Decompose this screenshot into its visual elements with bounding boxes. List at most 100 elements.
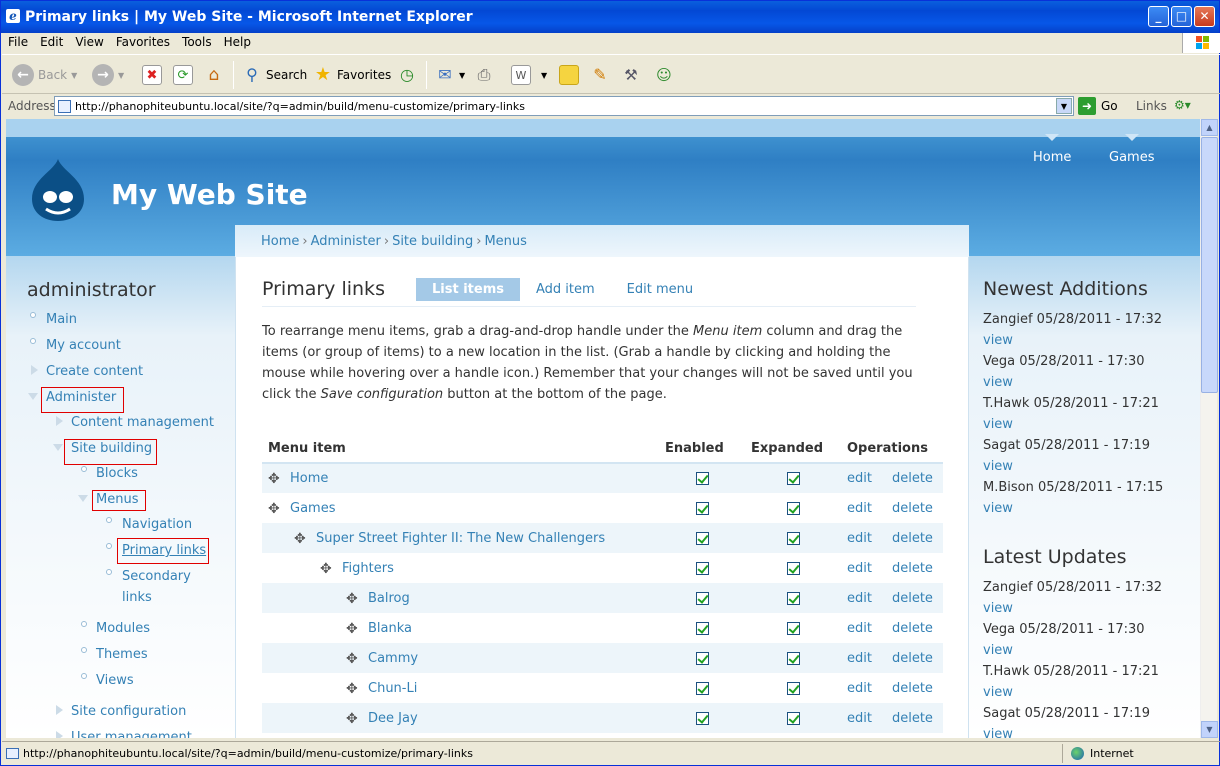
view-link[interactable]: view [983, 685, 1013, 700]
back-button[interactable]: ← Back ▼ [12, 63, 77, 87]
discuss-button[interactable] [559, 63, 579, 87]
enabled-checkbox[interactable] [695, 711, 709, 725]
enabled-checkbox[interactable] [695, 531, 709, 545]
edit-link[interactable]: edit [847, 591, 872, 606]
delete-link[interactable]: delete [892, 501, 933, 516]
edit-link[interactable]: edit [847, 561, 872, 576]
menu-item-link[interactable]: Games [290, 501, 335, 516]
sidebar-item-themes[interactable]: Themes [96, 647, 148, 662]
menu-tools[interactable]: Tools [176, 33, 218, 49]
breadcrumb-menus[interactable]: Menus [484, 234, 526, 249]
topnav-home[interactable]: Home [1033, 134, 1071, 165]
menu-file[interactable]: File [2, 33, 34, 49]
drag-handle-icon[interactable]: ✥ [268, 472, 280, 486]
tab-edit-menu[interactable]: Edit menu [611, 278, 709, 301]
delete-link[interactable]: delete [892, 621, 933, 636]
view-link[interactable]: view [983, 375, 1013, 390]
scroll-up-arrow-icon[interactable]: ▲ [1201, 119, 1218, 136]
enabled-checkbox[interactable] [695, 501, 709, 515]
close-button[interactable]: ✕ [1194, 6, 1215, 27]
drag-handle-icon[interactable]: ✥ [346, 652, 358, 666]
sidebar-item-menus[interactable]: Menus [96, 492, 138, 507]
links-toolbar[interactable]: Links [1136, 99, 1167, 113]
sidebar-item-my-account[interactable]: My account [46, 338, 121, 353]
breadcrumb-administer[interactable]: Administer [311, 234, 381, 249]
menu-item-link[interactable]: Chun-Li [368, 681, 417, 696]
drag-handle-icon[interactable]: ✥ [320, 562, 332, 576]
minimize-button[interactable]: _ [1148, 6, 1169, 27]
view-link[interactable]: view [983, 601, 1013, 616]
topnav-games[interactable]: Games [1109, 134, 1154, 165]
research-button[interactable]: ✎ [590, 63, 610, 87]
tab-add-item[interactable]: Add item [520, 278, 611, 301]
mail-button[interactable]: ✉ ▼ [435, 63, 465, 87]
home-button[interactable]: ⌂ [204, 63, 224, 87]
breadcrumb-home[interactable]: Home [261, 234, 299, 249]
enabled-checkbox[interactable] [695, 681, 709, 695]
menu-help[interactable]: Help [218, 33, 257, 49]
edit-link[interactable]: edit [847, 471, 872, 486]
enabled-checkbox[interactable] [695, 591, 709, 605]
sidebar-item-content-management[interactable]: Content management [71, 415, 214, 430]
view-link[interactable]: view [983, 417, 1013, 432]
sidebar-item-blocks[interactable]: Blocks [96, 466, 138, 481]
edit-link[interactable]: edit [847, 681, 872, 696]
expanded-checkbox[interactable] [786, 711, 800, 725]
links-icon[interactable]: ⚙▾ [1174, 98, 1191, 112]
edit-link[interactable]: edit [847, 621, 872, 636]
refresh-button[interactable]: ⟳ [173, 63, 193, 87]
drag-handle-icon[interactable]: ✥ [346, 712, 358, 726]
edit-link[interactable]: edit [847, 501, 872, 516]
search-button[interactable]: ⚲ Search [242, 63, 307, 87]
menu-item-link[interactable]: Cammy [368, 651, 418, 666]
drag-handle-icon[interactable]: ✥ [346, 682, 358, 696]
maximize-button[interactable]: □ [1171, 6, 1192, 27]
menu-view[interactable]: View [69, 33, 109, 49]
enabled-checkbox[interactable] [695, 621, 709, 635]
sidebar-item-site-building[interactable]: Site building [71, 441, 152, 456]
messenger-button[interactable]: ☺ [654, 63, 674, 87]
view-link[interactable]: view [983, 727, 1013, 738]
expanded-checkbox[interactable] [786, 561, 800, 575]
delete-link[interactable]: delete [892, 651, 933, 666]
menu-edit[interactable]: Edit [34, 33, 69, 49]
expanded-checkbox[interactable] [786, 472, 800, 485]
view-link[interactable]: view [983, 459, 1013, 474]
delete-link[interactable]: delete [892, 471, 933, 486]
sidebar-item-administer[interactable]: Administer [46, 390, 116, 405]
go-button[interactable]: ➜ Go [1078, 97, 1118, 115]
delete-link[interactable]: delete [892, 681, 933, 696]
menu-item-link[interactable]: Home [290, 471, 328, 486]
sidebar-item-site-configuration[interactable]: Site configuration [71, 704, 186, 719]
menu-item-link[interactable]: Dee Jay [368, 711, 418, 726]
edit-button[interactable]: W ▼ [511, 63, 547, 87]
edit-link[interactable]: edit [847, 651, 872, 666]
tab-list-items[interactable]: List items [416, 278, 520, 301]
site-name[interactable]: My Web Site [111, 178, 308, 211]
stop-button[interactable]: ✖ [142, 63, 162, 87]
address-input[interactable]: http://phanophiteubuntu.local/site/?q=ad… [54, 96, 1074, 116]
menu-item-link[interactable]: Super Street Fighter II: The New Challen… [316, 531, 605, 546]
sidebar-item-secondary-links[interactable]: Secondary links [122, 569, 191, 611]
sidebar-item-user-management[interactable]: User management [71, 730, 192, 738]
menu-item-link[interactable]: Fighters [342, 561, 394, 576]
edit-link[interactable]: edit [847, 531, 872, 546]
sidebar-item-primary-links[interactable]: Primary links [122, 543, 206, 558]
sidebar-item-views[interactable]: Views [96, 673, 134, 688]
sidebar-item-modules[interactable]: Modules [96, 621, 150, 636]
enabled-checkbox[interactable] [695, 651, 709, 665]
expanded-checkbox[interactable] [786, 531, 800, 545]
edit-link[interactable]: edit [847, 711, 872, 726]
drag-handle-icon[interactable]: ✥ [268, 502, 280, 516]
tools-button[interactable]: ⚒ [621, 63, 641, 87]
scroll-down-arrow-icon[interactable]: ▼ [1201, 721, 1218, 738]
drag-handle-icon[interactable]: ✥ [294, 532, 306, 546]
expanded-checkbox[interactable] [786, 621, 800, 635]
sidebar-item-create-content[interactable]: Create content [46, 364, 143, 379]
expanded-checkbox[interactable] [786, 501, 800, 515]
enabled-checkbox[interactable] [695, 472, 709, 485]
enabled-checkbox[interactable] [695, 561, 709, 575]
menu-item-link[interactable]: Balrog [368, 591, 410, 606]
forward-button[interactable]: → ▼ [92, 63, 124, 87]
sidebar-item-main[interactable]: Main [46, 312, 77, 327]
